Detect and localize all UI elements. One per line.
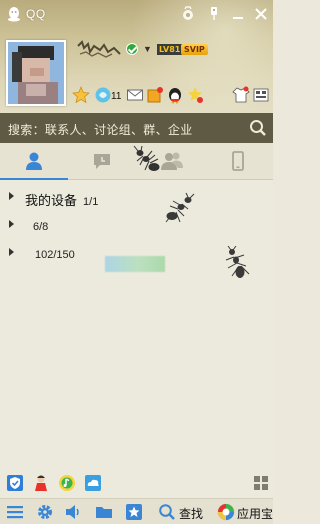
penguin-icon[interactable] — [166, 86, 184, 104]
online-status-icon[interactable] — [126, 43, 138, 55]
unread-count: 11 — [111, 91, 122, 102]
mail-icon[interactable] — [126, 86, 144, 104]
find-search-icon[interactable] — [158, 503, 176, 521]
clothes-icon[interactable] — [232, 86, 250, 104]
phone-icon — [232, 151, 244, 171]
bottom-toolbar: 查找 应用宝 — [0, 498, 273, 524]
volume-icon[interactable] — [64, 503, 82, 521]
collapse-arrow-icon[interactable] — [9, 220, 14, 228]
contact-list: 我的设备 1/1 6/8 102/150 — [0, 180, 273, 468]
group-count: 6/8 — [33, 221, 49, 233]
file-folder-icon[interactable] — [95, 503, 113, 521]
app-store-label[interactable]: 应用宝 — [237, 505, 273, 522]
minimize-button[interactable] — [228, 4, 248, 24]
group-title: 我的设备 1/1 — [25, 190, 98, 209]
manager-icon[interactable] — [252, 86, 270, 104]
tab-contacts[interactable] — [0, 143, 68, 181]
tab-phone[interactable] — [204, 143, 272, 180]
search-bar[interactable]: 搜索：联系人、讨论组、群、企业 — [0, 113, 273, 143]
favorites-icon[interactable] — [125, 503, 143, 521]
skin-button[interactable] — [178, 4, 198, 24]
weiyun-icon[interactable] — [84, 474, 102, 492]
group-name: 我的设备 — [25, 193, 78, 208]
main-menu-icon[interactable] — [6, 503, 24, 521]
security-shield-icon[interactable] — [6, 474, 24, 492]
level-badge[interactable]: LV81 — [157, 44, 183, 55]
search-input[interactable]: 搜索：联系人、讨论组、群、企业 — [8, 121, 193, 138]
star-icon[interactable] — [72, 86, 90, 104]
qq-logo-icon — [8, 7, 20, 22]
contacts-icon — [26, 152, 42, 170]
title-bar[interactable]: QQ — [0, 0, 273, 28]
group-title: 102/150 — [25, 246, 75, 261]
svip-badge[interactable]: SVIP — [181, 44, 208, 55]
settings-gear-icon[interactable] — [36, 503, 54, 521]
pin-icon — [211, 7, 217, 20]
minimize-icon — [233, 17, 243, 19]
ant-decoration — [225, 246, 250, 278]
close-icon — [255, 8, 267, 20]
group-title: 6/8 — [25, 218, 48, 233]
group-row[interactable]: 6/8 — [0, 212, 273, 238]
ant-decoration — [165, 192, 195, 223]
status-dropdown-icon[interactable]: ▼ — [143, 44, 152, 54]
skin-icon — [183, 6, 193, 20]
collapse-arrow-icon[interactable] — [9, 192, 14, 200]
notice-icon[interactable] — [146, 86, 164, 104]
search-icon[interactable] — [249, 119, 267, 137]
qq-show-icon[interactable] — [32, 474, 50, 492]
qzone-icon[interactable] — [94, 86, 112, 104]
tab-recent-chats[interactable] — [68, 143, 136, 180]
app-title: QQ — [26, 7, 46, 21]
qq-music-icon[interactable] — [58, 474, 76, 492]
pin-button[interactable] — [204, 4, 224, 24]
collapse-arrow-icon[interactable] — [9, 248, 14, 256]
group-count: 1/1 — [83, 196, 99, 208]
plugin-bar — [0, 468, 273, 498]
group-count: 102/150 — [35, 249, 75, 261]
close-button[interactable] — [251, 4, 271, 24]
find-button-label[interactable]: 查找 — [179, 505, 203, 522]
app-store-icon[interactable] — [217, 503, 235, 521]
blurred-nickname — [105, 256, 165, 272]
nickname-blur[interactable] — [76, 38, 124, 60]
app-grid-icon[interactable] — [252, 474, 270, 492]
avatar[interactable] — [6, 40, 66, 106]
ant-decoration — [133, 145, 160, 171]
recent-chats-icon — [94, 154, 110, 169]
games-icon[interactable] — [186, 86, 204, 104]
profile-header: QQ ▼ LV81 SVIP 11 — [0, 0, 273, 113]
group-row[interactable]: 我的设备 1/1 — [0, 184, 273, 210]
